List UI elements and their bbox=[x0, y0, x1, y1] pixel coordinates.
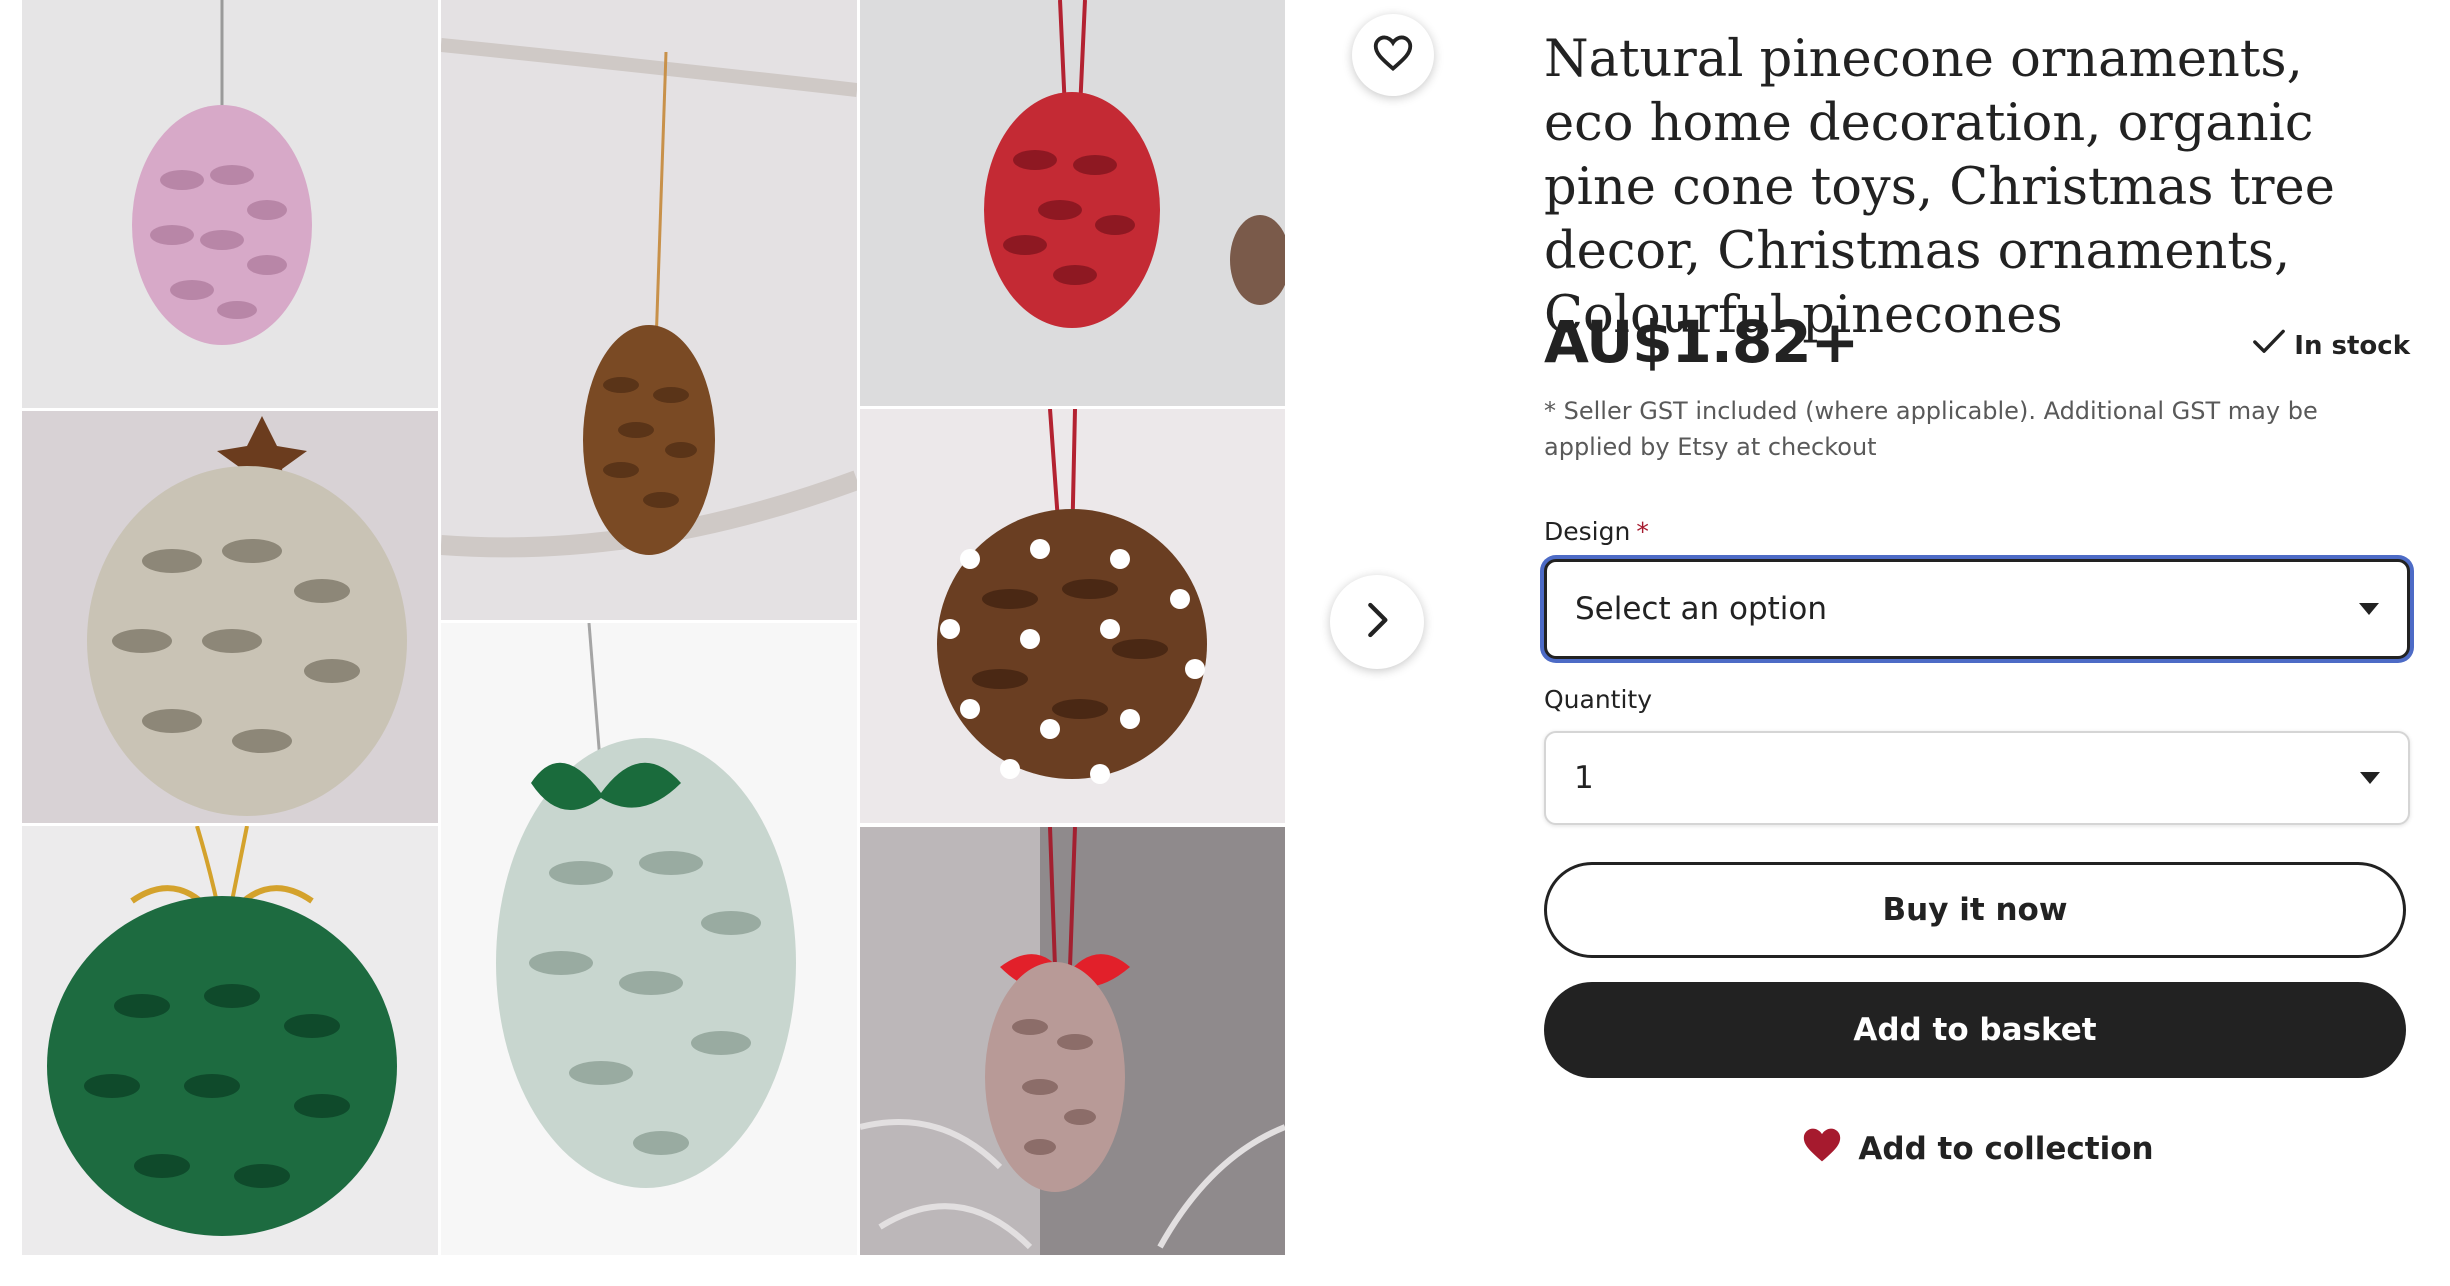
stock-status: In stock bbox=[2252, 327, 2410, 364]
gallery-image-pink-pinecone[interactable] bbox=[22, 0, 438, 408]
add-to-basket-button[interactable]: Add to basket bbox=[1544, 982, 2406, 1078]
gallery-image-natural-pinecone[interactable] bbox=[441, 0, 857, 620]
product-details-panel: Natural pinecone ornaments, eco home dec… bbox=[1544, 0, 2410, 1286]
dropdown-caret-icon bbox=[2359, 603, 2379, 615]
product-title: Natural pinecone ornaments, eco home dec… bbox=[1544, 30, 2335, 345]
design-select[interactable]: Select an option bbox=[1544, 559, 2410, 659]
gallery-image-frosted-star-anise-pinecone[interactable] bbox=[22, 411, 438, 823]
gst-note: * Seller GST included (where applicable)… bbox=[1544, 397, 2318, 461]
add-to-collection-label: Add to collection bbox=[1858, 1131, 2154, 1167]
gallery-image-green-gold-bow-pinecone[interactable] bbox=[22, 826, 438, 1255]
design-select-value: Select an option bbox=[1575, 591, 1828, 627]
image-gallery bbox=[0, 0, 1434, 1286]
heart-outline-icon bbox=[1372, 34, 1414, 76]
next-image-button[interactable] bbox=[1330, 575, 1424, 669]
checkmark-icon bbox=[2252, 327, 2286, 364]
design-label: Design * bbox=[1544, 517, 1649, 546]
heart-filled-icon bbox=[1800, 1125, 1844, 1173]
buy-it-now-button[interactable]: Buy it now bbox=[1544, 862, 2406, 958]
chevron-right-icon bbox=[1362, 600, 1392, 644]
gallery-image-red-bow-glitter-pinecone[interactable] bbox=[860, 827, 1285, 1255]
gallery-image-white-green-bow-pinecone[interactable] bbox=[441, 623, 857, 1255]
quantity-select[interactable]: 1 bbox=[1544, 731, 2410, 825]
required-marker: * bbox=[1636, 517, 1649, 546]
favorite-button[interactable] bbox=[1352, 14, 1434, 96]
gallery-image-red-pinecone[interactable] bbox=[860, 0, 1285, 406]
dropdown-caret-icon bbox=[2360, 772, 2380, 784]
quantity-label: Quantity bbox=[1544, 685, 1653, 714]
design-label-text: Design bbox=[1544, 517, 1631, 546]
gallery-image-polka-dot-pinecone[interactable] bbox=[860, 409, 1285, 823]
product-price: AU$1.82+ bbox=[1544, 308, 1859, 376]
stock-status-label: In stock bbox=[2294, 330, 2410, 361]
add-to-collection-button[interactable]: Add to collection bbox=[1544, 1124, 2410, 1174]
quantity-select-value: 1 bbox=[1574, 760, 1594, 796]
